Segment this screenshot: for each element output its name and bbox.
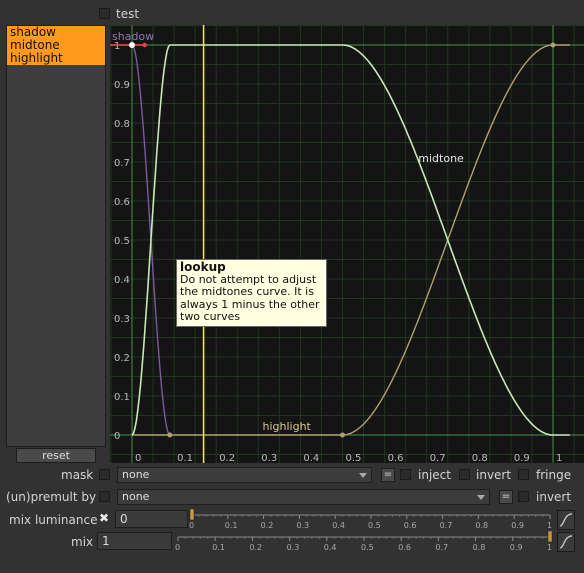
curve-label-highlight: highlight	[263, 420, 312, 433]
x-tick-label: 0.8	[472, 453, 488, 463]
x-tick-label: 0.4	[303, 453, 319, 463]
mix-slider[interactable]: 0 0.1 0.2 0.3 0.4 0.5 0.6 0.7 0.8 0.9 1	[172, 531, 556, 553]
curve-list: shadow midtone highlight	[6, 25, 106, 447]
mask-equals-button[interactable]: =	[381, 468, 395, 482]
premult-dropdown[interactable]: none	[117, 489, 490, 505]
mix-label: mix	[71, 535, 94, 549]
x-tick-label: 0.5	[346, 453, 362, 463]
chevron-down-icon	[477, 495, 485, 500]
mask-invert-label: invert	[476, 468, 512, 482]
slider-tick-label: 1	[547, 521, 552, 530]
mix-value: 1	[102, 534, 110, 548]
slider-tick-label: 0.3	[296, 521, 309, 530]
fringe-checkbox[interactable]	[518, 469, 529, 480]
slider-tick-label: 0.1	[212, 543, 225, 552]
mix-luminance-label: mix luminance	[9, 513, 98, 527]
y-tick-label: 0.2	[114, 353, 130, 364]
slider-handle[interactable]	[547, 531, 553, 543]
lookup-tooltip: lookup Do not attempt to adjust the midt…	[176, 259, 327, 327]
slider-tick-label: 0.1	[225, 521, 238, 530]
y-tick-label: 0.9	[114, 80, 130, 91]
y-tick-label: 0.7	[114, 158, 130, 169]
slider-tick-label: 0.7	[435, 543, 448, 552]
mask-checkbox[interactable]	[99, 469, 110, 480]
slider-tick-label: 0.5	[368, 521, 381, 530]
curve-editor[interactable]: 0 0.1 0.2 0.3 0.4 0.5 0.6 0.7 0.8 0.9 1 0 0.1 0.2 0.3 0…	[110, 25, 584, 463]
slider-handle[interactable]	[189, 509, 195, 521]
slider-tick-label: 0.4	[324, 543, 337, 552]
premult-invert-checkbox[interactable]	[518, 491, 529, 502]
slider-tick-label: 0	[175, 543, 180, 552]
premult-value: none	[122, 490, 150, 503]
y-tick-label: 0.8	[114, 119, 130, 130]
premult-invert-label: invert	[536, 490, 572, 504]
slider-tick-label: 1	[547, 543, 552, 552]
control-point[interactable]	[167, 432, 173, 438]
test-checkbox[interactable]	[99, 8, 110, 19]
slider-tick-label: 0.2	[261, 521, 274, 530]
x-tick-label: 0.6	[388, 453, 404, 463]
mix-luminance-curve-button[interactable]	[557, 510, 575, 530]
curve-icon	[559, 535, 573, 549]
mask-invert-checkbox[interactable]	[459, 469, 470, 480]
curve-label-midtone: midtone	[418, 152, 464, 165]
x-tick-label: 0.2	[219, 453, 235, 463]
slider-tick-label: 0.8	[475, 521, 488, 530]
fringe-label: fringe	[536, 468, 572, 482]
mix-luminance-value: 0	[120, 512, 128, 526]
y-tick-label: 0.3	[114, 314, 130, 325]
mix-curve-button[interactable]	[557, 532, 575, 552]
curve-label-shadow: shadow	[112, 30, 154, 43]
mix-luminance-input[interactable]: 0	[115, 510, 188, 528]
close-icon[interactable]: ✖	[99, 511, 109, 525]
x-tick-label: 0	[135, 453, 141, 463]
slider-tick-label: 0	[189, 521, 194, 530]
slider-tick-label: 0.3	[287, 543, 300, 552]
x-tick-label: 0.1	[177, 453, 193, 463]
slider-tick-label: 0.5	[361, 543, 374, 552]
slider-tick-label: 0.2	[249, 543, 262, 552]
curve-icon	[559, 513, 573, 527]
mask-value: none	[122, 468, 150, 481]
mask-dropdown[interactable]: none	[117, 467, 372, 483]
inject-label: inject	[418, 468, 451, 482]
tangent-handle-point[interactable]	[142, 42, 147, 48]
x-tick-label: 0.3	[261, 453, 277, 463]
x-tick-label: 1	[556, 453, 562, 463]
y-tick-label: 0.6	[114, 197, 130, 208]
slider-tick-label: 0.8	[473, 543, 486, 552]
list-item-highlight[interactable]: highlight	[7, 52, 105, 65]
inject-checkbox[interactable]	[400, 469, 411, 480]
x-tick-label: 0.7	[430, 453, 446, 463]
control-point[interactable]	[340, 432, 345, 438]
y-tick-label: 0.1	[114, 392, 130, 403]
slider-tick-label: 0.6	[398, 543, 411, 552]
mask-label: mask	[61, 468, 94, 482]
test-label: test	[116, 7, 140, 21]
y-tick-label: 0	[114, 431, 120, 442]
mix-input[interactable]: 1	[97, 532, 172, 550]
slider-tick-label: 0.6	[404, 521, 417, 530]
premult-checkbox[interactable]	[99, 491, 110, 502]
slider-tick-label: 0.4	[332, 521, 345, 530]
slider-tick-label: 0.7	[440, 521, 453, 530]
y-tick-label: 0.4	[114, 275, 130, 286]
premult-label: (un)premult by	[6, 490, 97, 504]
slider-tick-label: 0.9	[510, 543, 523, 552]
y-tick-label: 0.5	[114, 236, 130, 247]
mix-luminance-slider[interactable]: 0 0.1 0.2 0.3 0.4 0.5 0.6 0.7 0.8 0.9 1	[186, 509, 556, 531]
chevron-down-icon	[359, 473, 367, 478]
premult-equals-button[interactable]: =	[499, 490, 513, 504]
tooltip-body: Do not attempt to adjust the midtones cu…	[180, 272, 320, 323]
x-tick-label: 0.9	[514, 453, 530, 463]
reset-button[interactable]: reset	[16, 448, 96, 463]
slider-tick-label: 0.9	[511, 521, 524, 530]
control-point[interactable]	[550, 42, 556, 48]
